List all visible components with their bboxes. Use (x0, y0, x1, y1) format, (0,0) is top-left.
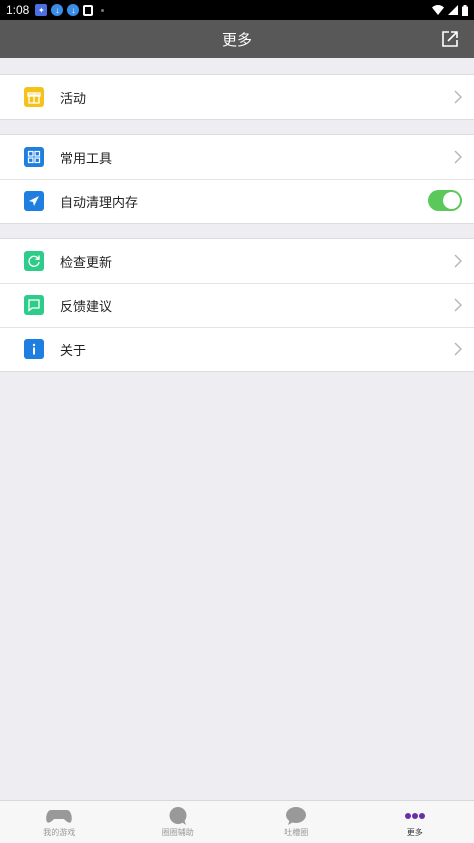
menu-item-label: 检查更新 (60, 254, 113, 270)
chevron-right-icon (454, 150, 462, 164)
menu-group-activity: 活动 (0, 74, 474, 120)
gift-icon (24, 87, 44, 107)
signal-icon (448, 5, 458, 15)
menu-item-label: 活动 (60, 90, 87, 106)
menu-item-tools[interactable]: 常用工具 (0, 135, 474, 179)
chevron-right-icon (454, 254, 462, 268)
speech-bubble-icon (286, 806, 307, 825)
status-time: 1:08 (6, 3, 30, 17)
share-icon[interactable] (440, 29, 460, 49)
chevron-right-icon (454, 90, 462, 104)
nav-more[interactable]: 更多 (356, 801, 474, 843)
bottom-nav: 我的游戏 圈圈辅助 吐槽圈 更多 (0, 800, 474, 843)
auto-clean-toggle[interactable] (428, 190, 462, 211)
menu-item-check-update[interactable]: 检查更新 (0, 239, 474, 283)
menu-item-about[interactable]: 关于 (0, 327, 474, 371)
app-notification-icon: ✦ (35, 4, 48, 16)
grid-icon (24, 147, 44, 167)
status-bar: 1:08 ✦ ↓ ↓ (0, 0, 474, 20)
gamepad-icon (45, 807, 73, 825)
battery-icon (462, 4, 468, 16)
menu-item-label: 常用工具 (60, 150, 113, 166)
menu-item-label: 自动清理内存 (60, 194, 139, 210)
nav-complaints[interactable]: 吐槽圈 (237, 801, 356, 843)
more-notifications-icon (101, 8, 105, 12)
nav-label: 更多 (406, 827, 423, 837)
chevron-right-icon (454, 342, 462, 356)
menu-group-tools: 常用工具 自动清理内存 (0, 134, 474, 224)
refresh-icon (24, 251, 44, 271)
chevron-right-icon (454, 298, 462, 312)
nav-label: 圈圈辅助 (161, 827, 194, 837)
toggle-knob (443, 192, 460, 209)
nav-label: 我的游戏 (43, 827, 76, 837)
menu-item-label: 反馈建议 (60, 298, 113, 314)
header-bar: 更多 (0, 20, 474, 58)
nav-circle-helper[interactable]: 圈圈辅助 (119, 801, 238, 843)
menu-item-feedback[interactable]: 反馈建议 (0, 283, 474, 327)
menu-item-activity[interactable]: 活动 (0, 75, 474, 119)
download-notification-icon-2: ↓ (67, 4, 80, 16)
menu-item-auto-clean-memory: 自动清理内存 (0, 179, 474, 223)
nav-label: 吐槽圈 (284, 827, 309, 837)
more-dots-icon (404, 807, 426, 825)
menu-item-label: 关于 (60, 342, 87, 358)
d-app-icon (83, 4, 94, 16)
circle-chat-icon (168, 806, 188, 825)
info-icon (24, 339, 44, 359)
page-title: 更多 (221, 31, 252, 49)
download-notification-icon: ↓ (51, 4, 64, 16)
send-icon (24, 191, 44, 211)
menu-group-app: 检查更新 反馈建议 关于 (0, 238, 474, 372)
nav-my-games[interactable]: 我的游戏 (0, 801, 119, 843)
wifi-icon (432, 5, 444, 15)
status-icons (432, 4, 468, 16)
message-icon (24, 295, 44, 315)
